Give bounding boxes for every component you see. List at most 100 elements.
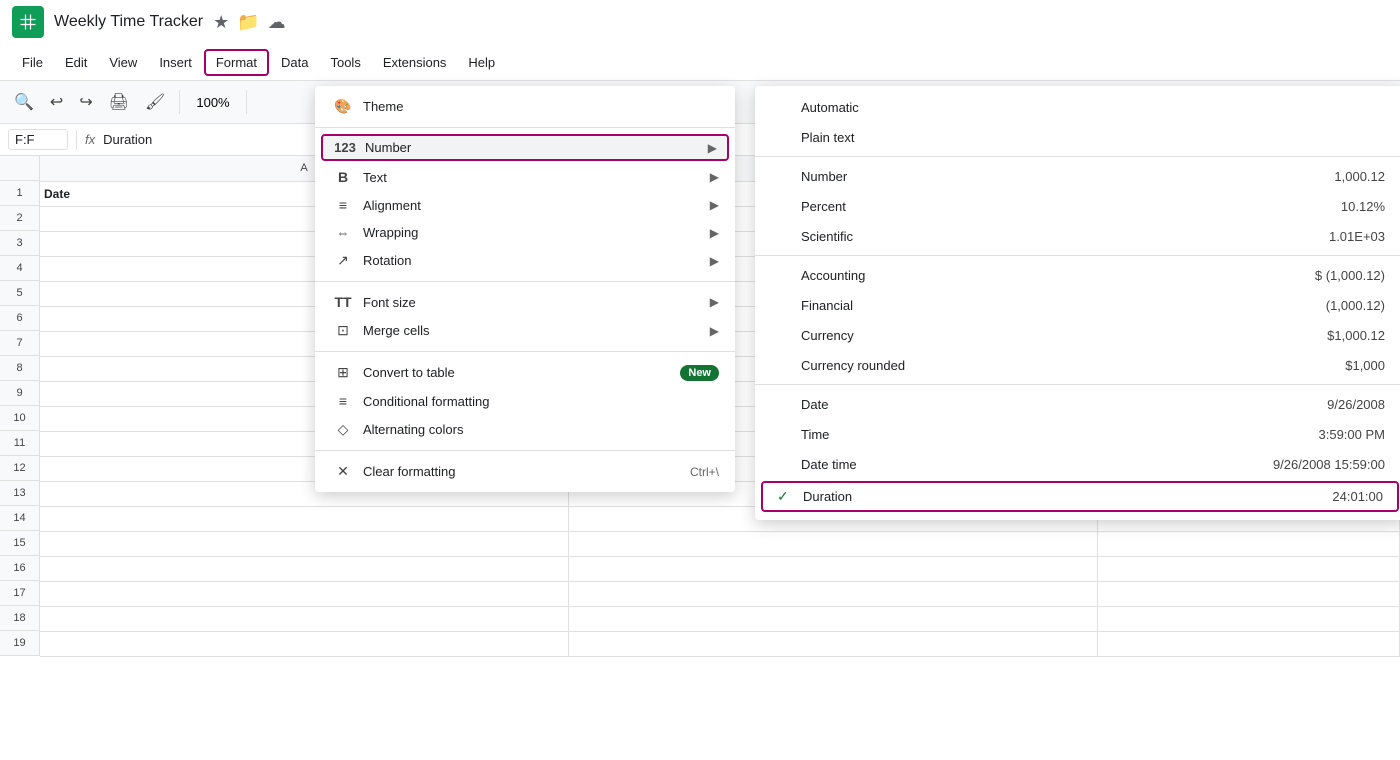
submenu-item-date[interactable]: Date 9/26/2008 — [755, 389, 1400, 419]
convert-table-icon: ⊞ — [331, 364, 355, 381]
app-icon — [12, 6, 44, 38]
fx-label: fx — [85, 132, 95, 147]
wrapping-label: Wrapping — [363, 225, 710, 240]
menu-item-merge-cells[interactable]: ⊡ Merge cells ▶ — [315, 316, 735, 345]
redo-icon[interactable]: ↪ — [73, 88, 98, 116]
financial-text: Financial — [801, 298, 853, 313]
cell-reference[interactable]: F:F — [8, 129, 68, 150]
cell-c15[interactable] — [1097, 531, 1399, 556]
cell-a15[interactable] — [40, 531, 569, 556]
menu-item-alternating[interactable]: ◇ Alternating colors — [315, 415, 735, 444]
submenu-item-scientific[interactable]: Scientific 1.01E+03 — [755, 221, 1400, 251]
cell-b18[interactable] — [569, 606, 1098, 631]
menu-data[interactable]: Data — [271, 51, 318, 74]
zoom-level[interactable]: 100% — [188, 93, 237, 112]
submenu-item-financial[interactable]: Financial (1,000.12) — [755, 290, 1400, 320]
cell-a14[interactable] — [40, 506, 569, 531]
number-icon: 123 — [333, 140, 357, 155]
search-icon[interactable]: 🔍 — [8, 88, 40, 116]
cloud-icon[interactable]: ☁ — [268, 12, 286, 33]
menu-item-number[interactable]: 123 Number ▶ — [321, 134, 729, 161]
scientific-value: 1.01E+03 — [1329, 229, 1385, 244]
star-icon[interactable]: ★ — [213, 12, 229, 33]
automatic-check-icon — [775, 99, 793, 115]
clear-formatting-label: Clear formatting — [363, 464, 690, 479]
menu-file[interactable]: File — [12, 51, 53, 74]
submenu-item-plain-text[interactable]: Plain text — [755, 122, 1400, 152]
submenu-item-accounting[interactable]: Accounting $ (1,000.12) — [755, 260, 1400, 290]
alignment-arrow-icon: ▶ — [710, 198, 719, 212]
number-sub-label: Number — [775, 168, 847, 184]
row-header-19: 19 — [0, 631, 40, 656]
plain-text-text: Plain text — [801, 130, 854, 145]
rotation-icon: ↗ — [331, 252, 355, 269]
title-action-icons[interactable]: ★ 📁 ☁ — [213, 12, 286, 33]
menu-item-wrapping[interactable]: ⇔ Wrapping ▶ — [315, 219, 735, 246]
alternating-icon: ◇ — [331, 421, 355, 438]
menu-item-rotation[interactable]: ↗ Rotation ▶ — [315, 246, 735, 275]
menu-extensions[interactable]: Extensions — [373, 51, 457, 74]
table-row — [40, 556, 1400, 581]
rotation-arrow-icon: ▶ — [710, 254, 719, 268]
cell-b17[interactable] — [569, 581, 1098, 606]
submenu-item-number[interactable]: Number 1,000.12 — [755, 161, 1400, 191]
cell-c19[interactable] — [1097, 631, 1399, 656]
submenu-item-date-time[interactable]: Date time 9/26/2008 15:59:00 — [755, 449, 1400, 479]
title-bar: Weekly Time Tracker ★ 📁 ☁ — [0, 0, 1400, 44]
row-header-7: 7 — [0, 331, 40, 356]
row-header-15: 15 — [0, 531, 40, 556]
menu-separator-3 — [315, 351, 735, 352]
menu-edit[interactable]: Edit — [55, 51, 97, 74]
financial-check-icon — [775, 297, 793, 313]
cell-c16[interactable] — [1097, 556, 1399, 581]
corner-cell — [0, 156, 40, 181]
percent-value: 10.12% — [1341, 199, 1385, 214]
rotation-label: Rotation — [363, 253, 710, 268]
menu-help[interactable]: Help — [458, 51, 505, 74]
menu-item-alignment[interactable]: ≡ Alignment ▶ — [315, 191, 735, 219]
number-submenu: Automatic Plain text Number 1,000.12 Per… — [755, 86, 1400, 520]
scientific-check-icon — [775, 228, 793, 244]
print-icon[interactable]: 🖨 — [103, 88, 135, 116]
folder-icon[interactable]: 📁 — [237, 12, 259, 33]
percent-text: Percent — [801, 199, 846, 214]
cell-c17[interactable] — [1097, 581, 1399, 606]
wrapping-icon: ⇔ — [331, 225, 355, 240]
cell-b16[interactable] — [569, 556, 1098, 581]
percent-label: Percent — [775, 198, 846, 214]
cell-a16[interactable] — [40, 556, 569, 581]
menu-format[interactable]: Format — [204, 49, 269, 76]
format-dropdown-menu: 🎨 Theme 123 Number ▶ B Text ▶ ≡ Alignmen… — [315, 86, 735, 492]
submenu-item-duration[interactable]: ✓ Duration 24:01:00 — [761, 481, 1399, 512]
cell-a18[interactable] — [40, 606, 569, 631]
conditional-label: Conditional formatting — [363, 394, 719, 409]
undo-icon[interactable]: ↩ — [44, 88, 69, 116]
submenu-item-currency[interactable]: Currency $1,000.12 — [755, 320, 1400, 350]
cell-c18[interactable] — [1097, 606, 1399, 631]
duration-check-icon: ✓ — [777, 488, 795, 505]
menu-item-font-size[interactable]: TT Font size ▶ — [315, 288, 735, 316]
text-icon: B — [331, 169, 355, 185]
submenu-item-time[interactable]: Time 3:59:00 PM — [755, 419, 1400, 449]
paint-format-icon[interactable]: 🖌 — [139, 88, 171, 116]
theme-label: Theme — [363, 99, 719, 114]
cell-b19[interactable] — [569, 631, 1098, 656]
currency-label: Currency — [775, 327, 854, 343]
date-value: 9/26/2008 — [1327, 397, 1385, 412]
menu-item-text[interactable]: B Text ▶ — [315, 163, 735, 191]
menu-item-theme[interactable]: 🎨 Theme — [315, 92, 735, 121]
row-header-12: 12 — [0, 456, 40, 481]
submenu-item-percent[interactable]: Percent 10.12% — [755, 191, 1400, 221]
cell-a19[interactable] — [40, 631, 569, 656]
submenu-item-currency-rounded[interactable]: Currency rounded $1,000 — [755, 350, 1400, 380]
menu-view[interactable]: View — [99, 51, 147, 74]
menu-item-convert-table[interactable]: ⊞ Convert to table New — [315, 358, 735, 387]
submenu-item-automatic[interactable]: Automatic — [755, 92, 1400, 122]
cell-b15[interactable] — [569, 531, 1098, 556]
menu-item-conditional[interactable]: ≡ Conditional formatting — [315, 387, 735, 415]
cell-a17[interactable] — [40, 581, 569, 606]
financial-label: Financial — [775, 297, 853, 313]
menu-insert[interactable]: Insert — [149, 51, 202, 74]
menu-tools[interactable]: Tools — [320, 51, 370, 74]
menu-item-clear-formatting[interactable]: ✕ Clear formatting Ctrl+\ — [315, 457, 735, 486]
